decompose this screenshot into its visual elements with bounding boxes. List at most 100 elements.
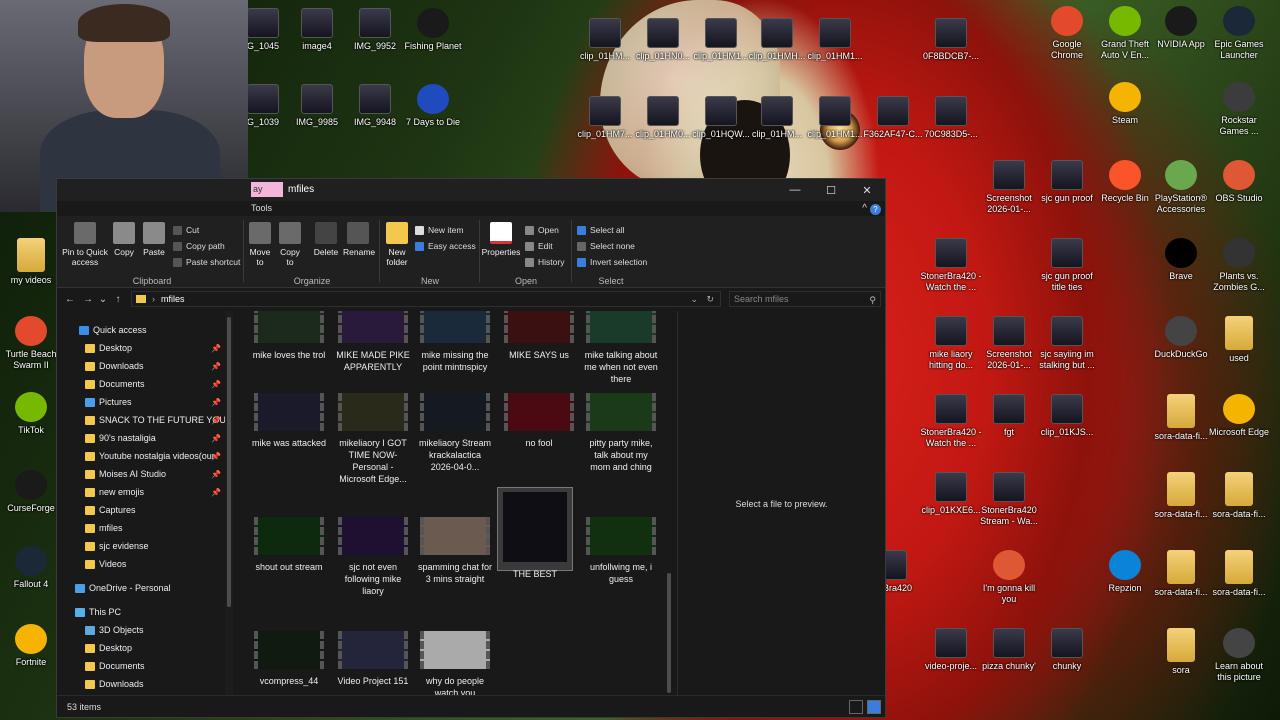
- desktop-icon[interactable]: sora-data-fi...: [1208, 550, 1270, 598]
- desktop-icon[interactable]: video-proje...: [920, 628, 982, 672]
- desktop-icon[interactable]: pizza chunky': [978, 628, 1040, 672]
- desktop-icon[interactable]: clip_01HMH...: [746, 18, 808, 62]
- desktop-icon[interactable]: mike liaory hitting do...: [920, 316, 982, 371]
- desktop-icon[interactable]: used: [1208, 316, 1270, 364]
- desktop-icon[interactable]: sjc sayiing im stalking but ...: [1036, 316, 1098, 371]
- desktop-icon[interactable]: chunky: [1036, 628, 1098, 672]
- pin-icon[interactable]: 📌: [211, 398, 221, 407]
- up-arrow-icon[interactable]: ↑: [109, 294, 127, 305]
- nav-item[interactable]: 90's nastaligia 📌: [57, 429, 237, 447]
- desktop-icon[interactable]: Repzion: [1094, 550, 1156, 594]
- desktop-icon[interactable]: Recycle Bin: [1094, 160, 1156, 204]
- pin-icon[interactable]: 📌: [211, 452, 221, 461]
- desktop-icon[interactable]: clip_01HM7...: [574, 96, 636, 140]
- desktop-icon[interactable]: Plants vs. Zombies G...: [1208, 238, 1270, 293]
- desktop-icon[interactable]: 0F8BDCB7-...: [920, 18, 982, 62]
- desktop-icon[interactable]: Brave: [1150, 238, 1212, 282]
- desktop-icon[interactable]: Epic Games Launcher: [1208, 6, 1270, 61]
- pin-icon[interactable]: 📌: [211, 470, 221, 479]
- select-all-button[interactable]: Select all: [577, 225, 625, 235]
- file-tile[interactable]: no fool: [501, 393, 577, 449]
- nav-item[interactable]: Videos: [57, 555, 237, 573]
- files-scroll-thumb[interactable]: [667, 573, 671, 693]
- title-bar[interactable]: ay mfiles — ☐ ✕: [57, 179, 885, 201]
- delete-button[interactable]: Delete: [311, 222, 341, 257]
- copy-button[interactable]: Copy: [111, 222, 137, 257]
- pin-icon[interactable]: 📌: [211, 434, 221, 443]
- nav-item[interactable]: 3D Objects: [57, 621, 237, 639]
- file-tile[interactable]: spamming chat for 3 mins straight: [417, 517, 493, 585]
- pin-quick-access-button[interactable]: Pin to Quick access: [61, 222, 109, 267]
- file-tile[interactable]: THE BEST: [497, 487, 573, 579]
- new-folder-button[interactable]: New folder: [383, 222, 411, 267]
- desktop-icon[interactable]: Screenshot 2026-01-...: [978, 316, 1040, 371]
- nav-item[interactable]: Moises AI Studio 📌: [57, 465, 237, 483]
- desktop-icon[interactable]: Google Chrome: [1036, 6, 1098, 61]
- file-tile[interactable]: shout out stream: [251, 517, 327, 573]
- desktop-icon[interactable]: F362AF47-C...: [862, 96, 924, 140]
- desktop-icon[interactable]: sora: [1150, 628, 1212, 676]
- file-tile[interactable]: mike loves the trol: [251, 311, 327, 361]
- desktop-icon[interactable]: DuckDuckGo: [1150, 316, 1212, 360]
- pin-icon[interactable]: 📌: [211, 380, 221, 389]
- nav-item[interactable]: Documents: [57, 657, 237, 675]
- desktop-icon[interactable]: clip_01KJS...: [1036, 394, 1098, 438]
- nav-scroll-thumb[interactable]: [227, 317, 231, 607]
- nav-item[interactable]: Pictures 📌: [57, 393, 237, 411]
- pin-icon[interactable]: 📌: [211, 416, 221, 425]
- back-arrow-icon[interactable]: ←: [61, 294, 79, 305]
- desktop-icon[interactable]: I'm gonna kill you: [978, 550, 1040, 605]
- nav-scrollbar[interactable]: [225, 311, 233, 697]
- desktop-icon[interactable]: clip_01HM0...: [632, 96, 694, 140]
- file-tile[interactable]: why do people watch you: [417, 631, 493, 697]
- desktop-icon[interactable]: Learn about this picture: [1208, 628, 1270, 683]
- help-icon[interactable]: ?: [870, 204, 881, 215]
- nav-item-onedrive[interactable]: OneDrive - Personal: [57, 579, 237, 597]
- quick-access[interactable]: Quick access: [57, 321, 237, 339]
- collapse-ribbon-icon[interactable]: ^: [862, 203, 867, 214]
- rename-button[interactable]: Rename: [343, 222, 375, 257]
- nav-item[interactable]: Documents 📌: [57, 375, 237, 393]
- desktop-icon[interactable]: clip_01HM1...: [804, 96, 866, 140]
- nav-item[interactable]: Desktop: [57, 639, 237, 657]
- desktop-icon[interactable]: Rockstar Games ...: [1208, 82, 1270, 137]
- nav-item[interactable]: Downloads: [57, 675, 237, 693]
- desktop-icon[interactable]: Steam: [1094, 82, 1156, 126]
- desktop-icon[interactable]: clip_01HN0...: [632, 18, 694, 62]
- pink-tab[interactable]: ay: [251, 182, 283, 197]
- copy-to-button[interactable]: Copy to: [277, 222, 303, 267]
- nav-item[interactable]: Desktop 📌: [57, 339, 237, 357]
- select-none-button[interactable]: Select none: [577, 241, 635, 251]
- files-scrollbar[interactable]: [665, 311, 673, 697]
- properties-button[interactable]: Properties: [481, 222, 521, 257]
- maximize-button[interactable]: ☐: [813, 179, 849, 201]
- forward-arrow-icon[interactable]: →: [79, 294, 97, 305]
- desktop-icon[interactable]: TikTok: [0, 392, 62, 436]
- refresh-icon[interactable]: ↻: [706, 294, 714, 305]
- nav-item[interactable]: Captures: [57, 501, 237, 519]
- desktop-icon[interactable]: Screenshot 2026-01-...: [978, 160, 1040, 215]
- minimize-button[interactable]: —: [777, 179, 813, 201]
- desktop-icon[interactable]: clip_01HM1...: [804, 18, 866, 62]
- desktop-icon[interactable]: Fortnite: [0, 624, 62, 668]
- nav-item-this-pc[interactable]: This PC: [57, 603, 237, 621]
- file-tile[interactable]: Video Project 151: [335, 631, 411, 687]
- desktop-icon[interactable]: clip_01HM...: [746, 96, 808, 140]
- file-tile[interactable]: MIKE SAYS us: [501, 311, 577, 361]
- desktop-icon[interactable]: sora-data-fi...: [1150, 472, 1212, 520]
- edit-button[interactable]: Edit: [525, 241, 553, 251]
- desktop-icon[interactable]: sora-data-fi...: [1150, 394, 1212, 442]
- desktop-icon[interactable]: sora-data-fi...: [1208, 472, 1270, 520]
- desktop-icon[interactable]: Microsoft Edge: [1208, 394, 1270, 438]
- easy-access-button[interactable]: Easy access: [415, 241, 476, 251]
- file-tile[interactable]: mikeliaory Stream krackalactica 2026-04-…: [417, 393, 493, 473]
- large-icons-view-icon[interactable]: [867, 700, 881, 714]
- history-button[interactable]: History: [525, 257, 564, 267]
- copy-path-button[interactable]: Copy path: [173, 241, 225, 251]
- pin-icon[interactable]: 📌: [211, 488, 221, 497]
- nav-item[interactable]: Downloads 📌: [57, 357, 237, 375]
- desktop-icon[interactable]: IMG_9985: [286, 84, 348, 128]
- desktop-icon[interactable]: 70C983D5-...: [920, 96, 982, 140]
- desktop-icon[interactable]: NVIDIA App: [1150, 6, 1212, 50]
- desktop-icon[interactable]: clip_01KXE6...: [920, 472, 982, 516]
